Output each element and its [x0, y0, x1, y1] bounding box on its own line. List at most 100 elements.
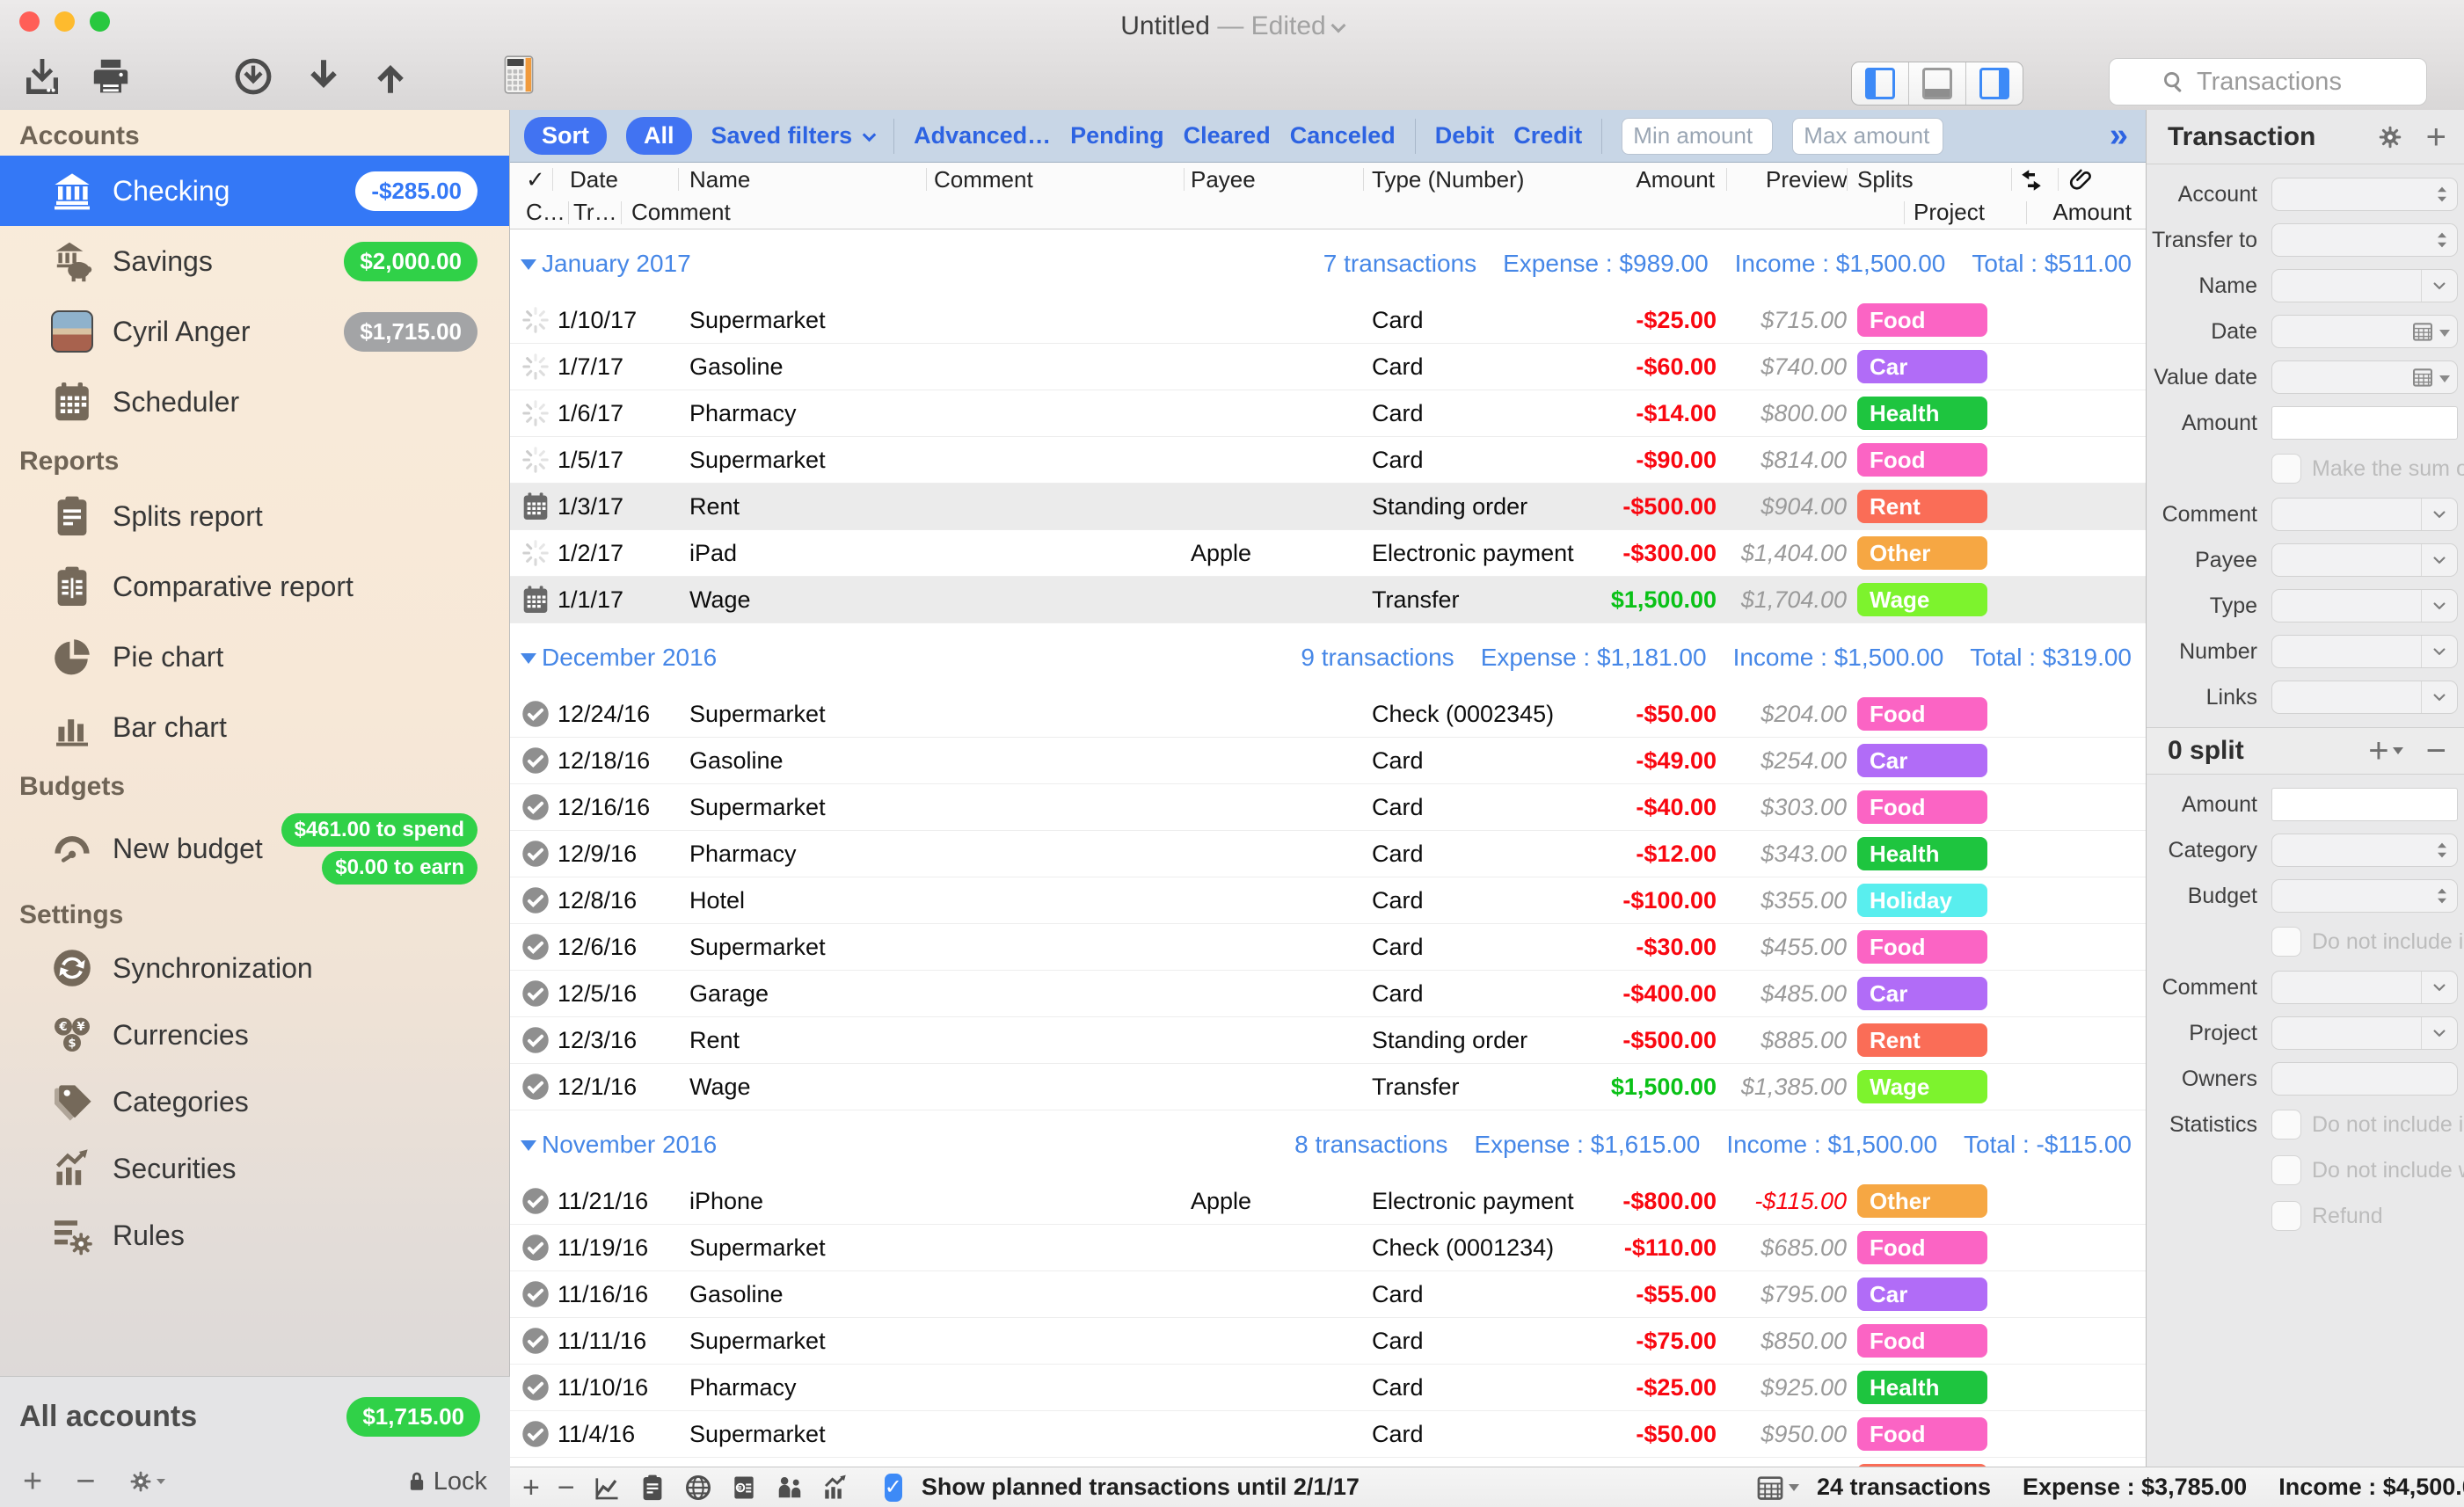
panel-add-button[interactable]: + [2426, 124, 2446, 150]
type-combo[interactable] [2271, 589, 2458, 622]
filter-all-button[interactable]: All [626, 117, 692, 155]
subcolumn-header-tr[interactable]: Tr… [573, 196, 617, 228]
planned-date-picker[interactable] [1755, 1473, 1799, 1503]
project-combo[interactable] [2271, 1016, 2458, 1050]
paperclip-icon[interactable] [2068, 167, 2095, 193]
transaction-row[interactable]: 11/16/16GasolineCard-$55.00$795.00Car [510, 1271, 2146, 1318]
transaction-row[interactable]: 12/24/16SupermarketCheck (0002345)-$50.0… [510, 691, 2146, 738]
show-planned-checkbox[interactable]: ✓ [885, 1474, 902, 1502]
do-not-include-in-checkbox[interactable] [2271, 1110, 2301, 1139]
sidebar-item-cyril-anger[interactable]: Cyril Anger$1,715.00 [0, 296, 509, 367]
budget-stepper[interactable] [2271, 879, 2458, 913]
comment-combo[interactable] [2271, 498, 2458, 531]
collapse-triangle-icon[interactable] [521, 259, 536, 270]
panel-gear-icon[interactable] [2377, 124, 2403, 150]
toggle-bottom-bar-button[interactable] [1909, 62, 1966, 105]
column-header-amount[interactable]: Amount [1636, 163, 1715, 196]
sort-button[interactable]: Sort [524, 117, 607, 155]
transaction-row[interactable]: 12/9/16PharmacyCard-$12.00$343.00Health [510, 831, 2146, 877]
date-date[interactable] [2271, 315, 2458, 348]
filter-credit-button[interactable]: Credit [1513, 122, 1582, 149]
sidebar-item-securities[interactable]: Securities [0, 1135, 509, 1202]
save-icon[interactable] [21, 55, 63, 98]
column-header-comment[interactable]: Comment [934, 163, 1033, 196]
search-field[interactable] [2109, 58, 2427, 106]
do-not-include-w-checkbox[interactable] [2271, 1155, 2301, 1185]
group-title[interactable]: December 2016 [542, 635, 717, 681]
name-combo[interactable] [2271, 269, 2458, 302]
toggle-right-panel-button[interactable] [1966, 62, 2023, 105]
transaction-row[interactable]: 11/4/16SupermarketCard-$50.00$950.00Food [510, 1411, 2146, 1458]
split-add-button[interactable]: + [2368, 738, 2402, 764]
column-header-type-number[interactable]: Type (Number) [1372, 163, 1524, 196]
calculator-icon[interactable] [498, 49, 540, 100]
group-title[interactable]: November 2016 [542, 1122, 717, 1168]
group-title[interactable]: January 2017 [542, 241, 691, 287]
import-icon[interactable] [232, 55, 274, 98]
transfer-to-stepper[interactable] [2271, 223, 2458, 257]
sidebar-item-rules[interactable]: Rules [0, 1202, 509, 1269]
transaction-row[interactable]: 11/10/16PharmacyCard-$25.00$925.00Health [510, 1365, 2146, 1411]
sidebar-item-splits-report[interactable]: Splits report [0, 481, 509, 551]
subcolumn-header-c[interactable]: C… [526, 196, 565, 228]
sidebar-item-checking[interactable]: Checking-$285.00 [0, 156, 509, 226]
account-actions-button[interactable] [128, 1469, 165, 1494]
transaction-row[interactable]: 12/5/16GarageCard-$400.00$485.00Car [510, 971, 2146, 1017]
add-account-button[interactable]: + [23, 1465, 42, 1498]
transaction-row[interactable]: 1/1/17WageTransfer$1,500.00$1,704.00Wage [510, 577, 2146, 623]
transaction-row[interactable]: 12/8/16HotelCard-$100.00$355.00Holiday [510, 877, 2146, 924]
print-icon[interactable] [90, 55, 132, 98]
column-header-col[interactable]: ✓ [526, 163, 545, 196]
min-amount-input[interactable] [1622, 118, 1773, 155]
column-header-payee[interactable]: Payee [1191, 163, 1256, 196]
filter-advanced-button[interactable]: Advanced… [914, 122, 1051, 149]
split-remove-button[interactable]: − [2426, 739, 2446, 762]
collapse-triangle-icon[interactable] [521, 653, 536, 664]
transaction-row[interactable]: 11/19/16SupermarketCheck (0001234)-$110.… [510, 1225, 2146, 1271]
transaction-row[interactable]: 11/11/16SupermarketCard-$75.00$850.00Foo… [510, 1318, 2146, 1365]
make-the-sum-of-checkbox[interactable] [2271, 454, 2301, 484]
comment-combo[interactable] [2271, 971, 2458, 1004]
sidebar-item-bar-chart[interactable]: Bar chart [0, 692, 509, 762]
column-header-splits[interactable]: Splits [1857, 163, 1914, 196]
owners-input[interactable] [2271, 1062, 2458, 1096]
sidebar-item-categories[interactable]: Categories [0, 1068, 509, 1135]
more-filters-button[interactable]: » [2110, 117, 2128, 155]
payee-combo[interactable] [2271, 543, 2458, 577]
max-amount-input[interactable] [1792, 118, 1943, 155]
add-transaction-button[interactable]: + [522, 1473, 540, 1503]
filter-pending-button[interactable]: Pending [1070, 122, 1164, 149]
sidebar-item-savings[interactable]: Savings$2,000.00 [0, 226, 509, 296]
subcolumn-header-comment[interactable]: Comment [631, 196, 731, 228]
transaction-row[interactable]: 12/16/16SupermarketCard-$40.00$303.00Foo… [510, 784, 2146, 831]
sidebar-item-comparative-report[interactable]: Comparative report [0, 551, 509, 622]
line-chart-view-icon[interactable] [593, 1474, 621, 1502]
transaction-row[interactable]: 12/6/16SupermarketCard-$30.00$455.00Food [510, 924, 2146, 971]
statistics-view-icon[interactable] [821, 1474, 849, 1502]
transaction-row[interactable]: 11/3/16RentStanding order-$500.00$1,000.… [510, 1458, 2146, 1467]
do-not-include-in-checkbox[interactable] [2271, 927, 2301, 957]
title-chevron-icon[interactable] [1330, 18, 1345, 33]
column-header-preview[interactable]: Preview [1766, 163, 1847, 196]
amount-input[interactable] [2271, 406, 2458, 440]
subcolumn-header-project[interactable]: Project [1914, 196, 1985, 228]
category-stepper[interactable] [2271, 834, 2458, 867]
subcolumn-header-amount[interactable]: Amount [2052, 196, 2132, 228]
amount-input[interactable] [2271, 788, 2458, 821]
transaction-row[interactable]: 11/21/16iPhoneAppleElectronic payment-$8… [510, 1178, 2146, 1225]
remove-transaction-button[interactable]: − [558, 1473, 575, 1503]
lock-button[interactable]: Lock [405, 1467, 487, 1496]
filter-debit-button[interactable]: Debit [1435, 122, 1495, 149]
remove-account-button[interactable]: − [76, 1465, 95, 1498]
filter-canceled-button[interactable]: Canceled [1290, 122, 1396, 149]
currency-view-icon[interactable] [730, 1474, 758, 1502]
number-combo[interactable] [2271, 635, 2458, 668]
search-input[interactable] [2195, 67, 2374, 98]
sidebar-item-pie-chart[interactable]: Pie chart [0, 622, 509, 692]
web-view-icon[interactable] [684, 1474, 712, 1502]
transaction-row[interactable]: 1/10/17SupermarketCard-$25.00$715.00Food [510, 297, 2146, 344]
transaction-row[interactable]: 1/3/17RentStanding order-$500.00$904.00R… [510, 484, 2146, 530]
transaction-row[interactable]: 12/3/16RentStanding order-$500.00$885.00… [510, 1017, 2146, 1064]
transaction-row[interactable]: 1/7/17GasolineCard-$60.00$740.00Car [510, 344, 2146, 390]
sidebar-item-synchronization[interactable]: Synchronization [0, 935, 509, 1001]
